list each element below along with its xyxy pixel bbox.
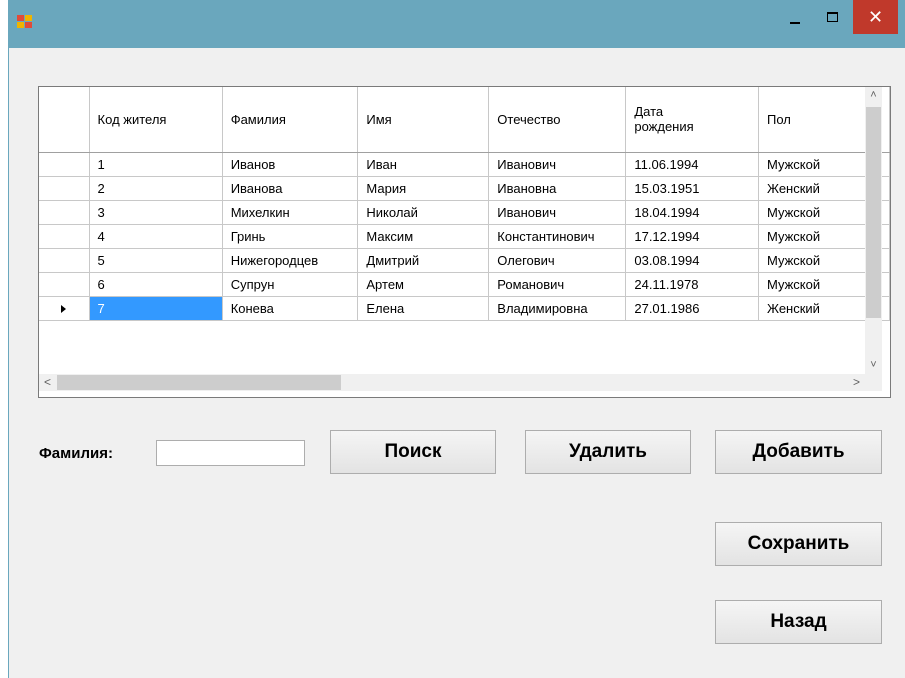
table-cell[interactable]: 18.04.1994 [625,200,759,225]
row-header[interactable] [39,176,90,201]
column-header[interactable]: Фамилия [222,87,359,153]
scroll-up-icon[interactable]: ˄ [865,87,882,104]
column-header[interactable]: Код жителя [89,87,223,153]
scrollbar-corner [865,374,882,391]
current-row-arrow-icon [61,304,66,313]
back-button[interactable]: Назад [715,600,882,644]
table-cell[interactable]: Иванович [488,200,627,225]
table-cell[interactable]: Константинович [488,224,627,249]
table-cell[interactable]: Супрун [222,272,359,297]
table-cell[interactable]: Дмитрий [357,248,490,273]
table-row[interactable]: 4 Гринь Максим Константинович 17.12.1994 Мужс… [39,224,890,249]
row-header[interactable] [39,224,90,249]
row-header[interactable] [39,152,90,177]
column-header[interactable]: Отечество [488,87,627,153]
table-cell[interactable]: Ивановна [488,176,627,201]
table-row[interactable]: 1 Иванов Иван Иванович 11.06.1994 Мужской [39,152,890,177]
table-cell[interactable]: Елена [357,296,490,321]
table-cell[interactable]: Олегович [488,248,627,273]
table-cell[interactable]: Романович [488,272,627,297]
table-cell[interactable]: Иван [357,152,490,177]
row-header[interactable] [39,200,90,225]
column-header[interactable]: Дата рождения [625,87,759,153]
row-header[interactable] [39,248,90,273]
table-cell[interactable]: Мария [357,176,490,201]
header-row: Код жителя Фамилия Имя Отечество Дата ро… [39,87,890,153]
data-table: Код жителя Фамилия Имя Отечество Дата ро… [39,87,890,321]
save-button[interactable]: Сохранить [715,522,882,566]
column-header[interactable]: Имя [357,87,490,153]
table-cell[interactable]: 24.11.1978 [625,272,759,297]
table-cell[interactable]: Максим [357,224,490,249]
table-cell[interactable]: Конева [222,296,359,321]
scroll-left-icon[interactable]: < [39,374,56,391]
surname-input[interactable] [156,440,305,466]
client-area: Код жителя Фамилия Имя Отечество Дата ро… [9,48,905,678]
table-row[interactable]: 3 Михелкин Николай Иванович 18.04.1994 Мужско… [39,200,890,225]
table-cell[interactable]: Гринь [222,224,359,249]
app-window: ✕ Код жителя Фамилия Имя Отечество Дата … [8,0,905,678]
table-cell[interactable]: 3 [89,200,223,225]
row-header[interactable] [39,296,90,321]
table-cell[interactable]: Иванова [222,176,359,201]
vertical-scroll-thumb[interactable] [866,107,881,318]
table-cell[interactable]: 2 [89,176,223,201]
table-cell[interactable]: 7 [89,296,223,321]
table-cell[interactable]: 1 [89,152,223,177]
table-cell[interactable]: 6 [89,272,223,297]
horizontal-scrollbar[interactable]: < > [39,374,865,391]
table-cell[interactable]: 15.03.1951 [625,176,759,201]
table-cell[interactable]: Иванов [222,152,359,177]
vertical-scrollbar[interactable]: ˄ ˅ [865,87,882,374]
table-cell[interactable]: Михелкин [222,200,359,225]
scroll-down-icon[interactable]: ˅ [865,357,882,374]
table-cell[interactable]: Владимировна [488,296,627,321]
table-cell[interactable]: 17.12.1994 [625,224,759,249]
table-row[interactable]: 6 Супрун Артем Романович 24.11.1978 Мужской [39,272,890,297]
row-header[interactable] [39,272,90,297]
table-cell[interactable]: Иванович [488,152,627,177]
table-cell[interactable]: 4 [89,224,223,249]
residents-grid[interactable]: Код жителя Фамилия Имя Отечество Дата ро… [38,86,891,398]
row-header-corner [39,87,90,153]
table-row[interactable]: 2 Иванова Мария Ивановна 15.03.1951 Женский [39,176,890,201]
title-bar[interactable]: ✕ [8,0,905,48]
table-cell[interactable]: 27.01.1986 [625,296,759,321]
surname-label: Фамилия: [39,445,113,462]
minimize-button[interactable] [778,0,814,34]
table-row[interactable]: 5 Нижегородцев Дмитрий Олегович 03.08.1994 Му… [39,248,890,273]
table-row[interactable]: 7 Конева Елена Владимировна 27.01.1986 Женски… [39,296,890,321]
close-button[interactable]: ✕ [853,0,898,34]
scroll-right-icon[interactable]: > [848,374,865,391]
delete-button[interactable]: Удалить [525,430,691,474]
table-cell[interactable]: Нижегородцев [222,248,359,273]
horizontal-scroll-thumb[interactable] [57,375,341,390]
table-cell[interactable]: 03.08.1994 [625,248,759,273]
table-cell[interactable]: 5 [89,248,223,273]
table-cell[interactable]: Николай [357,200,490,225]
app-icon [17,15,33,29]
search-button[interactable]: Поиск [330,430,496,474]
table-cell[interactable]: 11.06.1994 [625,152,759,177]
add-button[interactable]: Добавить [715,430,882,474]
maximize-button[interactable] [814,0,850,34]
table-cell[interactable]: Артем [357,272,490,297]
